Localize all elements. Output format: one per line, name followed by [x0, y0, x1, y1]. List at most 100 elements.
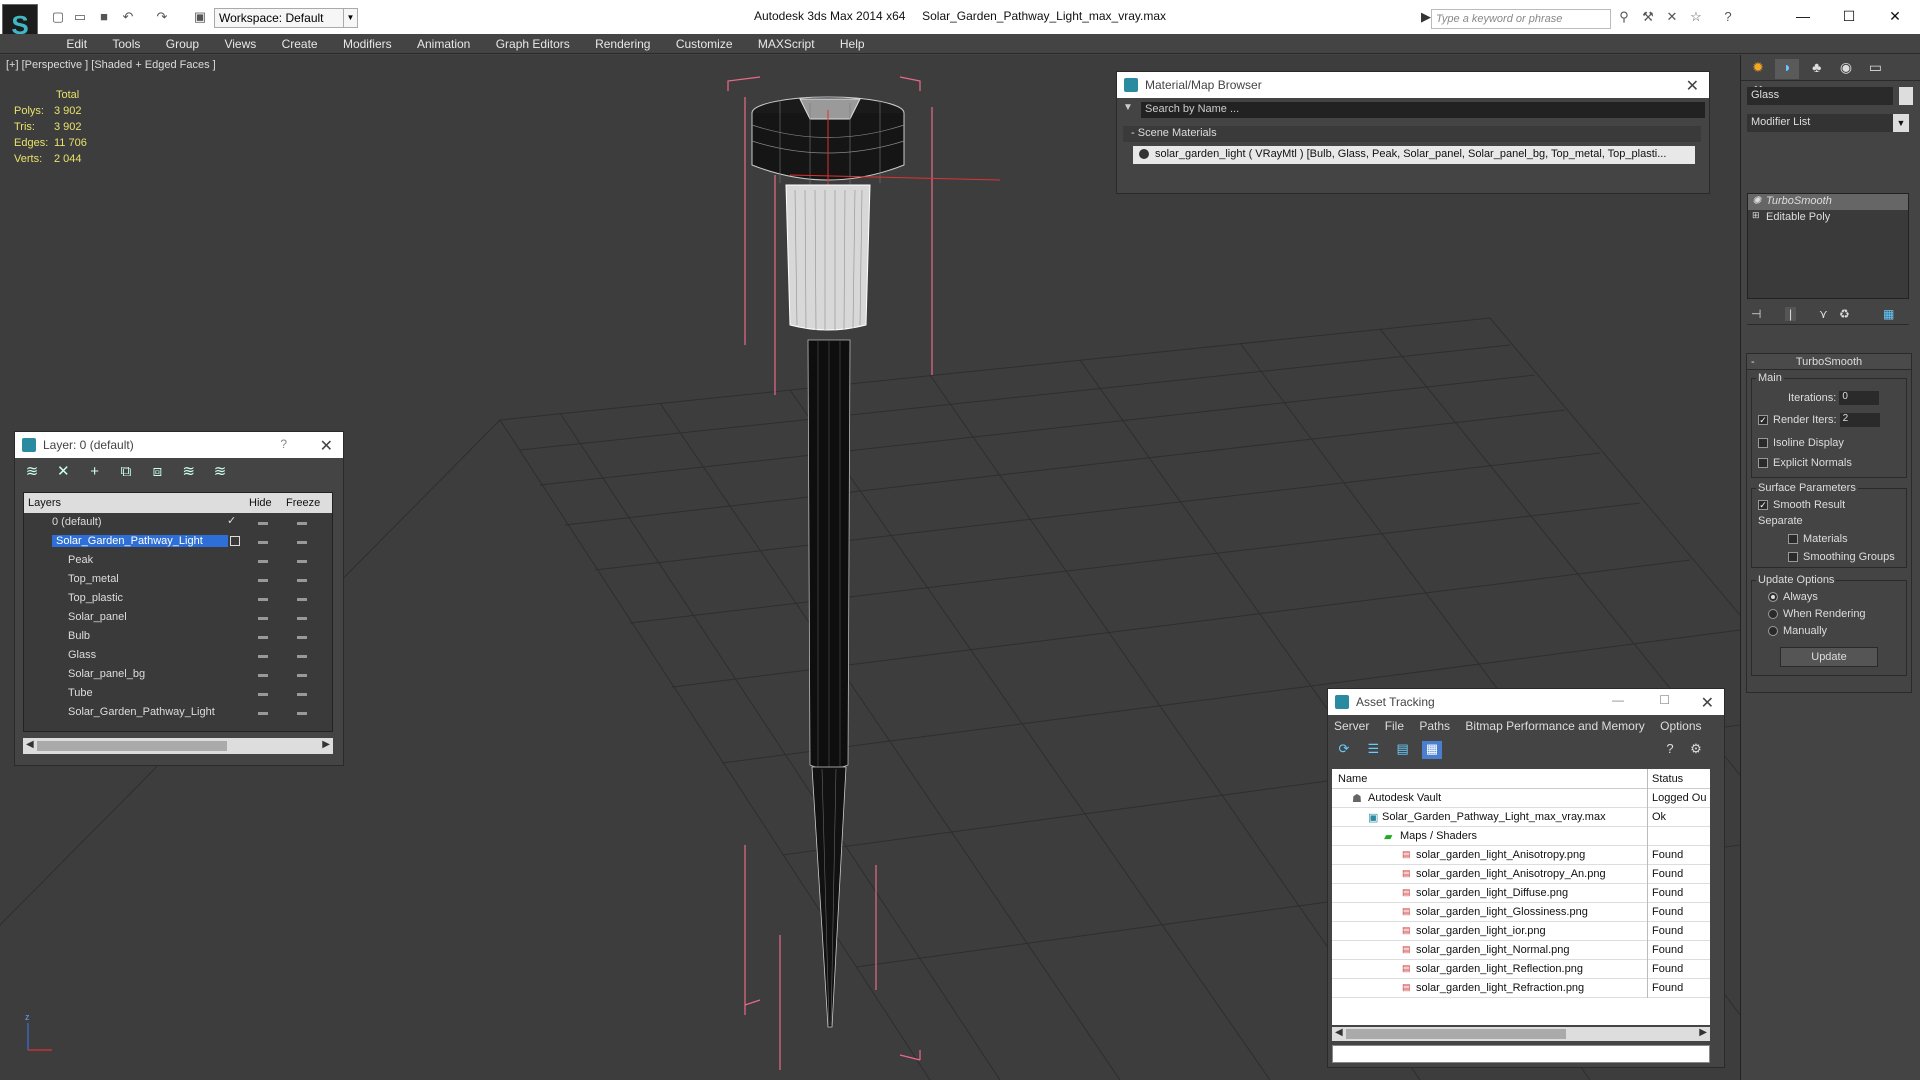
scroll-thumb[interactable]: [1346, 1029, 1566, 1039]
asset-row[interactable]: ▤ solar_garden_light_Diffuse.png Found: [1332, 884, 1710, 903]
exchange-icon[interactable]: ✕: [1664, 9, 1680, 25]
create-tab-icon[interactable]: ✹: [1746, 59, 1770, 79]
horizontal-scrollbar[interactable]: ◀ ▶: [23, 738, 333, 754]
column-name[interactable]: Name: [1338, 773, 1367, 785]
hide-toggle[interactable]: ▬: [258, 593, 268, 604]
filter-icon[interactable]: ▼: [1123, 102, 1133, 113]
select-objects-icon[interactable]: ⧉: [115, 463, 137, 483]
hide-toggle[interactable]: ▬: [258, 574, 268, 585]
maximize-icon[interactable]: ☐: [1659, 693, 1670, 707]
hierarchy-tab-icon[interactable]: ♣: [1805, 59, 1829, 79]
configure-sets-icon[interactable]: ▦: [1883, 307, 1894, 321]
asset-path-field[interactable]: [1332, 1045, 1710, 1063]
remove-modifier-icon[interactable]: ♻: [1839, 307, 1850, 321]
list-view-icon[interactable]: ☰: [1363, 741, 1383, 759]
update-button[interactable]: Update: [1780, 647, 1878, 667]
table-view-icon[interactable]: ▦: [1422, 741, 1443, 759]
freeze-toggle[interactable]: ▬: [297, 517, 307, 528]
binoculars-icon[interactable]: ⚲: [1616, 9, 1632, 25]
freeze-toggle[interactable]: ▬: [297, 669, 307, 680]
menu-views[interactable]: Views: [213, 34, 267, 54]
viewport-label[interactable]: [+] [Perspective ] [Shaded + Edged Faces…: [6, 59, 216, 71]
menu-edit[interactable]: Edit: [55, 34, 98, 54]
hide-toggle[interactable]: ▬: [258, 688, 268, 699]
hide-toggle[interactable]: ▬: [258, 555, 268, 566]
column-hide[interactable]: Hide: [249, 497, 272, 509]
layer-row[interactable]: Bulb ▬ ▬: [24, 627, 332, 646]
menu-group[interactable]: Group: [155, 34, 210, 54]
object-color-swatch[interactable]: [1899, 87, 1913, 105]
asset-row[interactable]: ▤ solar_garden_light_Anisotropy.png Found: [1332, 846, 1710, 865]
hide-toggle[interactable]: ▬: [258, 669, 268, 680]
freeze-toggle[interactable]: ▬: [297, 612, 307, 623]
asset-tracking-header[interactable]: Asset Tracking — ☐ ✕: [1328, 689, 1724, 715]
scroll-right-icon[interactable]: ▶: [322, 739, 330, 750]
layer-row[interactable]: Top_plastic ▬ ▬: [24, 589, 332, 608]
layer-panel-header[interactable]: Layer: 0 (default) ? ✕: [15, 432, 343, 458]
freeze-toggle[interactable]: ▬: [297, 574, 307, 585]
menu-help[interactable]: Help: [829, 34, 876, 54]
stack-item-turbosmooth[interactable]: ✺ TurboSmooth: [1748, 194, 1908, 210]
iterations-spinner[interactable]: 0: [1839, 391, 1880, 405]
layer-row[interactable]: Peak ▬ ▬: [24, 551, 332, 570]
expand-icon[interactable]: ⊞: [1752, 210, 1760, 221]
menu-animation[interactable]: Animation: [406, 34, 481, 54]
bulb-icon[interactable]: ✺: [1752, 194, 1761, 207]
delete-icon[interactable]: ✕: [52, 462, 74, 482]
object-name-field[interactable]: Glass: [1747, 87, 1893, 105]
menu-server[interactable]: Server: [1334, 719, 1369, 733]
freeze-toggle[interactable]: ▬: [297, 650, 307, 661]
asset-row[interactable]: ▤ solar_garden_light_Refraction.png Found: [1332, 979, 1710, 998]
hide-toggle[interactable]: ▬: [258, 536, 268, 547]
scroll-left-icon[interactable]: ◀: [26, 739, 34, 750]
close-icon[interactable]: ✕: [1701, 693, 1714, 713]
render-iters-spinner[interactable]: 2: [1839, 413, 1880, 427]
material-browser-header[interactable]: Material/Map Browser ✕: [1117, 72, 1709, 98]
show-end-result-icon[interactable]: |: [1785, 307, 1797, 321]
freeze-toggle[interactable]: ▬: [297, 631, 307, 642]
freeze-toggle[interactable]: ▬: [297, 707, 307, 718]
hide-toggle[interactable]: ▬: [258, 612, 268, 623]
asset-row[interactable]: ☗ Autodesk Vault Logged Ou: [1332, 789, 1710, 808]
menu-bitmap-performance[interactable]: Bitmap Performance and Memory: [1465, 719, 1644, 733]
current-layer-box[interactable]: [230, 536, 240, 546]
star-icon[interactable]: ☆: [1688, 9, 1704, 25]
menu-maxscript[interactable]: MAXScript: [747, 34, 826, 54]
render-iters-checkbox[interactable]: ✓: [1758, 415, 1768, 425]
menu-create[interactable]: Create: [271, 34, 329, 54]
thumbnail-view-icon[interactable]: ▤: [1393, 741, 1413, 759]
display-tab-icon[interactable]: ▭: [1863, 59, 1887, 79]
search-input[interactable]: Type a keyword or phrase: [1431, 9, 1611, 29]
manually-radio[interactable]: [1768, 626, 1778, 637]
layers-icon[interactable]: ≋: [21, 462, 43, 482]
hide-all-icon[interactable]: ≋: [178, 462, 200, 482]
when-rendering-radio[interactable]: [1768, 609, 1778, 620]
scroll-thumb[interactable]: [37, 741, 227, 751]
checkmark-icon[interactable]: ✓: [227, 514, 236, 527]
freeze-toggle[interactable]: ▬: [297, 593, 307, 604]
close-icon[interactable]: ✕: [1872, 5, 1918, 27]
layer-row[interactable]: Top_metal ▬ ▬: [24, 570, 332, 589]
modifier-list-dropdown[interactable]: Modifier List ▼: [1747, 114, 1909, 132]
layer-row[interactable]: Tube ▬ ▬: [24, 684, 332, 703]
help-icon[interactable]: ?: [1660, 741, 1680, 759]
asset-row[interactable]: ▤ solar_garden_light_Reflection.png Found: [1332, 960, 1710, 979]
asset-row[interactable]: ▤ solar_garden_light_Glossiness.png Found: [1332, 903, 1710, 922]
scroll-left-icon[interactable]: ◀: [1335, 1027, 1343, 1038]
menu-paths[interactable]: Paths: [1419, 719, 1450, 733]
motion-tab-icon[interactable]: ◉: [1834, 59, 1858, 79]
make-unique-icon[interactable]: ⋎: [1819, 307, 1828, 321]
layer-row[interactable]: Solar_panel_bg ▬ ▬: [24, 665, 332, 684]
hide-toggle[interactable]: ▬: [258, 631, 268, 642]
menu-options[interactable]: Options: [1660, 719, 1701, 733]
always-radio[interactable]: [1768, 592, 1778, 603]
asset-row[interactable]: ▤ solar_garden_light_Anisotropy_An.png Fou…: [1332, 865, 1710, 884]
rollout-title[interactable]: - TurboSmooth: [1747, 354, 1911, 370]
layer-row[interactable]: Solar_Garden_Pathway_Light ▬ ▬: [24, 532, 332, 551]
close-icon[interactable]: ✕: [320, 436, 333, 456]
explicit-normals-checkbox[interactable]: [1758, 458, 1768, 469]
menu-rendering[interactable]: Rendering: [584, 34, 661, 54]
modify-tab-icon[interactable]: ◗: [1775, 59, 1800, 79]
layer-row[interactable]: Solar_Garden_Pathway_Light ▬ ▬: [24, 703, 332, 722]
material-item[interactable]: solar_garden_light ( VRayMtl ) [Bulb, Gl…: [1133, 146, 1695, 164]
